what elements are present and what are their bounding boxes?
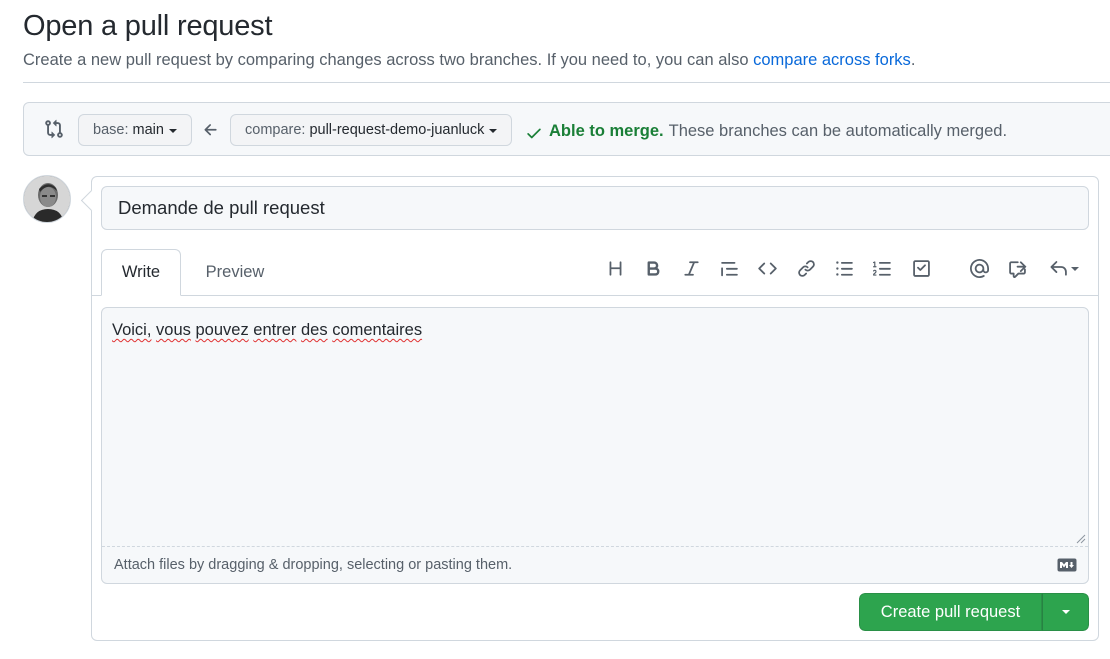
caret-down-icon <box>1061 610 1070 614</box>
attach-files-bar[interactable]: Attach files by dragging & dropping, sel… <box>102 546 1088 583</box>
comment-word: Voici, <box>112 321 152 339</box>
task-list-icon[interactable] <box>908 255 934 281</box>
merge-status: Able to merge. These branches can be aut… <box>525 121 1007 142</box>
markdown-icon[interactable] <box>1057 558 1077 572</box>
base-branch-label: base: <box>93 122 129 138</box>
compare-branch-label: compare: <box>245 122 306 138</box>
base-branch-value: main <box>132 122 164 138</box>
mention-icon[interactable] <box>966 255 992 281</box>
compare-branch-value: pull-request-demo-juanluck <box>309 122 485 138</box>
italic-icon[interactable] <box>678 255 704 281</box>
heading-icon[interactable] <box>602 255 628 281</box>
arrow-left-icon <box>204 124 217 136</box>
resize-handle-icon[interactable] <box>1076 534 1086 544</box>
base-branch-select[interactable]: base: main <box>78 114 192 146</box>
quote-icon[interactable] <box>716 255 742 281</box>
git-compare-icon <box>45 119 63 139</box>
comment-word: entrer <box>253 321 297 339</box>
bold-icon[interactable] <box>640 255 666 281</box>
subtitle-text: Create a new pull request by comparing c… <box>23 51 754 69</box>
create-pull-request-button[interactable]: Create pull request <box>859 593 1042 631</box>
compare-across-forks-link[interactable]: compare across forks <box>753 51 911 69</box>
comment-textarea[interactable]: Voici, vous pouvez entrer des comentaire… <box>102 308 1088 546</box>
header-divider <box>23 82 1110 83</box>
comment-word: pouvez <box>195 321 249 339</box>
caret-down-icon <box>168 129 177 133</box>
caret-down-icon <box>1071 267 1079 271</box>
branch-compare-bar: base: main compare: pull-request-demo-ju… <box>23 102 1110 156</box>
ordered-list-icon[interactable] <box>869 255 895 281</box>
comment-word: comentaires <box>332 321 423 339</box>
pr-title-input[interactable] <box>101 186 1089 230</box>
user-photo <box>24 176 70 222</box>
comment-word: des <box>301 321 328 339</box>
attach-files-text: Attach files by dragging & dropping, sel… <box>114 557 513 573</box>
avatar[interactable] <box>23 175 71 223</box>
code-icon[interactable] <box>754 255 780 281</box>
create-pr-button-group: Create pull request <box>859 593 1089 631</box>
tab-write[interactable]: Write <box>101 249 181 296</box>
pull-request-form: Write Preview <box>91 176 1099 641</box>
merge-ok-text: Able to merge. <box>549 122 664 140</box>
merge-message: These branches can be automatically merg… <box>668 122 1008 140</box>
reply-icon[interactable] <box>1044 255 1084 281</box>
comment-word: vous <box>156 321 191 339</box>
subtitle-end: . <box>910 51 916 69</box>
check-icon <box>527 128 541 139</box>
unordered-list-icon[interactable] <box>831 255 857 281</box>
tab-preview[interactable]: Preview <box>195 249 275 296</box>
cross-reference-icon[interactable] <box>1004 255 1030 281</box>
page-subtitle: Create a new pull request by comparing c… <box>23 51 915 70</box>
link-icon[interactable] <box>793 255 819 281</box>
compare-branch-select[interactable]: compare: pull-request-demo-juanluck <box>230 114 513 146</box>
page-title: Open a pull request <box>23 10 273 42</box>
create-options-dropdown[interactable] <box>1042 593 1089 631</box>
caret-down-icon <box>489 129 498 133</box>
comment-editor: Voici, vous pouvez entrer des comentaire… <box>101 307 1089 584</box>
